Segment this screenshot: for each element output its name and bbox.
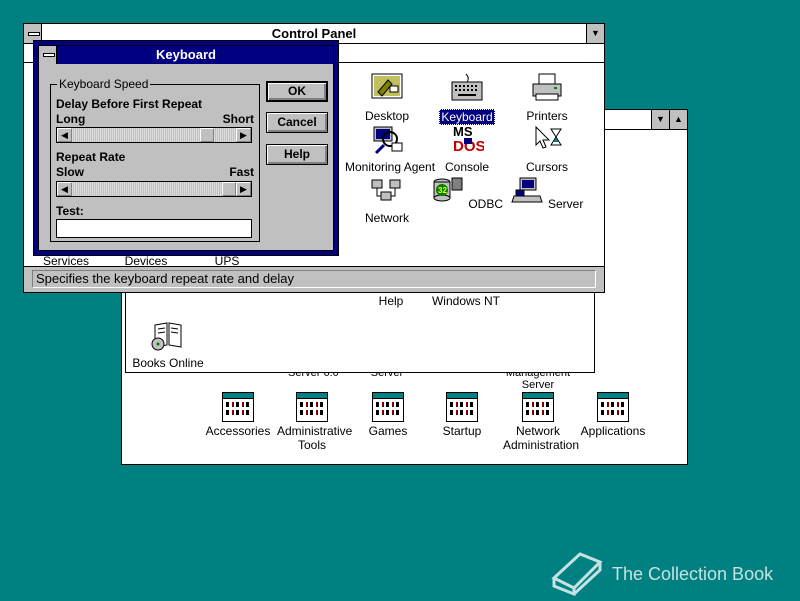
cp-icon-printers[interactable]: Printers (507, 72, 587, 123)
books-online-label: Books Online (132, 356, 204, 370)
cp-icon-label: Server (548, 197, 584, 211)
repeat-rate-slider-thumb[interactable] (222, 182, 236, 196)
delay-right-arrow[interactable]: ▶ (236, 128, 251, 142)
monitoring-agent-icon (373, 126, 403, 155)
group-icon-administrative-tools[interactable]: Administrative Tools (272, 392, 352, 452)
rate-left-arrow[interactable]: ◀ (57, 182, 72, 196)
book-icon (551, 552, 603, 597)
cancel-button[interactable]: Cancel (266, 112, 328, 133)
cp-icon-desktop[interactable]: Desktop (347, 72, 427, 123)
group-icon-label: Applications (580, 424, 646, 438)
program-group-icon (372, 392, 404, 422)
program-group-icon (522, 392, 554, 422)
delay-slider[interactable]: ◀ ▶ (56, 127, 252, 143)
status-bar: Specifies the keyboard repeat rate and d… (24, 266, 604, 292)
keyboard-dialog: Keyboard Keyboard Speed Delay Before Fir… (33, 40, 339, 256)
group-icon-label: Administrative Tools (277, 424, 353, 452)
program-group-icon (296, 392, 328, 422)
status-text: Specifies the keyboard repeat rate and d… (32, 270, 596, 288)
books-online-icon-item[interactable]: Books Online (128, 319, 208, 370)
keyboard-icon (451, 73, 483, 101)
control-panel-minimize-button[interactable]: ▼ (586, 24, 604, 43)
cp-icon-label: Network (364, 211, 409, 225)
watermark: The Collection Book (550, 548, 773, 601)
group-icon-accessories[interactable]: Accessories (198, 392, 278, 438)
minimize-button[interactable]: ▼ (651, 110, 669, 129)
program-group-icon (597, 392, 629, 422)
group-icon-label: Startup (442, 424, 482, 438)
delay-slider-thumb[interactable] (200, 128, 214, 142)
group-icon-applications[interactable]: Applications (573, 392, 653, 438)
group-icon-label: Accessories (205, 424, 271, 438)
cp-icon-monitoring-agent[interactable]: Monitoring Agent (344, 123, 435, 174)
odbc-icon: 32 (433, 177, 463, 202)
svg-text:MS: MS (453, 124, 473, 139)
keyboard-dialog-title: Keyboard (156, 47, 216, 62)
cp-icon-keyboard[interactable]: Keyboard (427, 72, 507, 125)
group-icon-startup[interactable]: Startup (422, 392, 502, 438)
books-online-icon (151, 322, 182, 351)
ok-button[interactable]: OK (266, 81, 328, 102)
keyboard-dialog-body: Keyboard Keyboard Speed Delay Before Fir… (38, 45, 334, 251)
control-panel-title: Control Panel (271, 26, 357, 41)
cp-icon-cursors[interactable]: Cursors (507, 123, 587, 174)
group-icon-label: Games (368, 424, 408, 438)
cp-icon-label: Printers (526, 109, 568, 123)
cp-icon-label: Monitoring Agent (345, 160, 436, 174)
network-icon (371, 179, 401, 201)
delay-label: Delay Before First Repeat (56, 97, 203, 111)
cp-icon-network[interactable]: Network (347, 174, 427, 225)
keyboard-speed-group-title: Keyboard Speed (57, 77, 151, 91)
group-icon-label: Network Administration (503, 424, 580, 452)
clipped-label: Windows NT (431, 294, 500, 308)
group-icon-games[interactable]: Games (348, 392, 428, 438)
cp-icon-label: Desktop (364, 109, 410, 123)
svg-text:32: 32 (438, 186, 447, 195)
group-icon-network-administration[interactable]: Network Administration (498, 392, 580, 452)
delay-short-label: Short (222, 112, 254, 126)
program-group-icon (446, 392, 478, 422)
test-input[interactable] (56, 219, 252, 238)
server-icon (510, 177, 543, 203)
printer-icon (532, 73, 562, 101)
repeat-rate-slider[interactable]: ◀ ▶ (56, 181, 252, 197)
cp-icon-console[interactable]: MS DOS Console (427, 123, 507, 174)
keyboard-speed-group: Keyboard Speed Delay Before First Repeat… (50, 77, 260, 242)
delay-left-arrow[interactable]: ◀ (57, 128, 72, 142)
watermark-text: The Collection Book (612, 564, 774, 584)
console-icon: MS DOS (453, 124, 486, 155)
cp-icon-label: ODBC (468, 197, 503, 211)
desktop-icon (371, 73, 403, 99)
cp-icon-label: Cursors (525, 160, 568, 174)
cp-icon-odbc[interactable]: 32 ODBC (427, 174, 507, 211)
clipped-label: Help (378, 294, 404, 308)
rate-right-arrow[interactable]: ▶ (236, 182, 251, 196)
repeat-rate-label: Repeat Rate (56, 150, 126, 164)
keyboard-dialog-system-menu[interactable] (39, 46, 57, 64)
program-group-icon (222, 392, 254, 422)
cursors-icon (535, 125, 562, 149)
maximize-button[interactable]: ▲ (669, 110, 687, 129)
keyboard-dialog-titlebar[interactable]: Keyboard (39, 46, 333, 64)
cp-icon-label: Console (444, 160, 490, 174)
delay-long-label: Long (56, 112, 86, 126)
help-button[interactable]: Help (266, 144, 328, 165)
cp-icon-server[interactable]: Server (507, 174, 587, 211)
rate-slow-label: Slow (56, 165, 85, 179)
test-label: Test: (56, 204, 84, 218)
rate-fast-label: Fast (229, 165, 254, 179)
